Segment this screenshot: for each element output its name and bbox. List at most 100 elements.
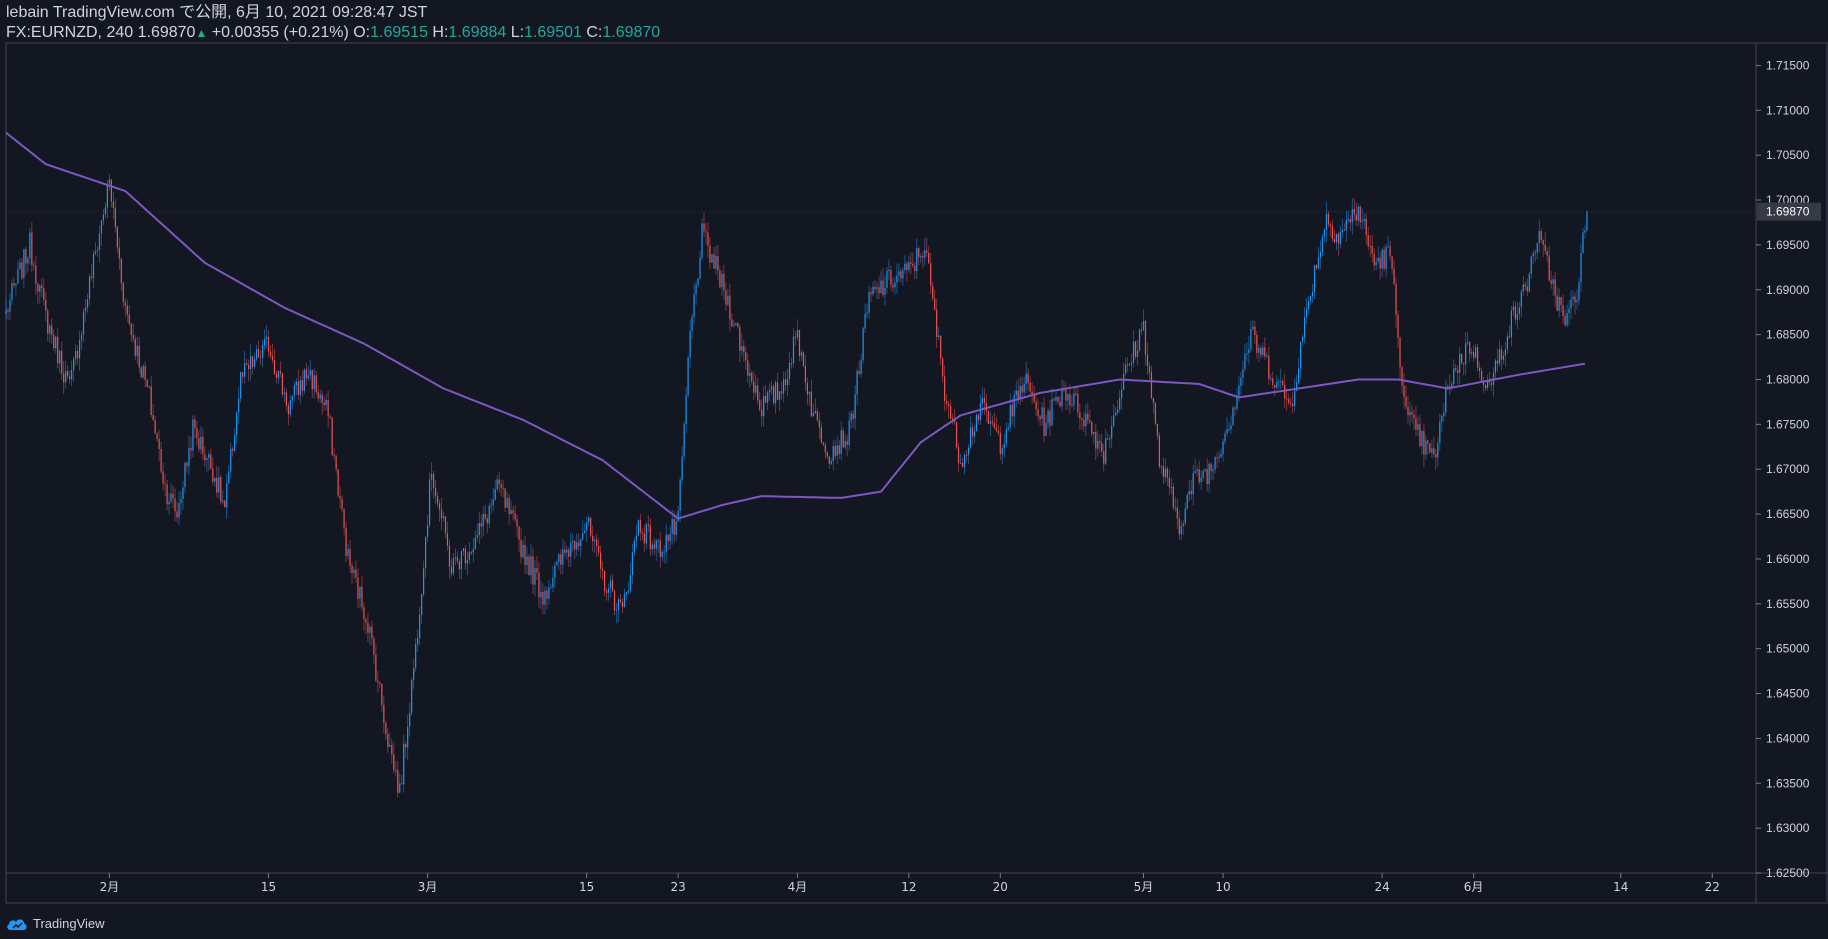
candle xyxy=(1536,243,1538,260)
candle-body xyxy=(1244,354,1246,370)
candle xyxy=(1339,225,1341,249)
candle-body xyxy=(1228,429,1230,431)
candle-body xyxy=(959,462,962,464)
candle xyxy=(7,307,9,320)
candle-body xyxy=(470,552,472,554)
candle-body xyxy=(977,414,980,421)
candle-body xyxy=(1391,256,1393,269)
candle-body xyxy=(301,380,303,391)
candle-body xyxy=(854,394,856,419)
candle-body xyxy=(846,441,848,445)
y-tick-label: 1.64500 xyxy=(1766,687,1810,701)
candle xyxy=(164,474,166,497)
candle xyxy=(305,362,307,386)
candle-body xyxy=(1303,317,1306,337)
candle-body xyxy=(1471,352,1473,354)
footer-brand[interactable]: TradingView xyxy=(6,916,105,931)
candle-body xyxy=(643,533,645,544)
candle-body xyxy=(112,201,114,209)
candle-body xyxy=(508,498,510,515)
candle xyxy=(508,494,510,525)
candle-body xyxy=(725,290,727,305)
candle xyxy=(476,523,478,542)
candle-body xyxy=(259,357,262,359)
candle-body xyxy=(1045,423,1047,436)
candle-body xyxy=(1433,448,1435,455)
candle-body xyxy=(104,207,107,215)
candle xyxy=(1210,462,1212,481)
candle-body xyxy=(436,496,439,504)
candle-body xyxy=(731,319,733,326)
candle-body xyxy=(331,417,333,455)
candle xyxy=(1009,393,1011,432)
candle-body xyxy=(47,310,49,334)
candle-body xyxy=(916,248,918,271)
candle-body xyxy=(387,733,389,747)
candle-body xyxy=(1091,421,1093,434)
candle-body xyxy=(353,569,355,574)
candle xyxy=(930,252,932,294)
candle-body xyxy=(230,448,232,472)
candle-body xyxy=(291,395,293,401)
candle-body xyxy=(1439,421,1441,444)
candle-body xyxy=(67,371,69,377)
candle xyxy=(242,372,244,383)
candle xyxy=(1202,468,1204,482)
candle xyxy=(946,394,948,410)
candle-body xyxy=(1381,249,1383,269)
candle-body xyxy=(240,372,242,399)
candle xyxy=(1439,413,1441,451)
candle xyxy=(810,379,812,418)
candle-body xyxy=(554,565,556,579)
price-chart[interactable]: 1.715001.710001.705001.700001.695001.690… xyxy=(0,0,1828,939)
candle-body xyxy=(1484,385,1487,389)
candle-body xyxy=(126,305,128,315)
candle xyxy=(132,323,134,343)
candle xyxy=(800,349,803,361)
x-tick-label: 6月 xyxy=(1464,880,1484,894)
candle xyxy=(1441,414,1443,433)
candle-body xyxy=(989,421,991,425)
candle-body xyxy=(1463,362,1465,365)
candle xyxy=(1162,457,1164,485)
candle-body xyxy=(440,509,443,519)
candle-body xyxy=(522,544,524,558)
candle-body xyxy=(1311,292,1314,297)
candle xyxy=(204,446,206,468)
candle-body xyxy=(409,712,411,727)
candle-body xyxy=(35,265,37,284)
candle xyxy=(51,318,53,344)
candle-body xyxy=(586,522,588,531)
candle-body xyxy=(703,223,705,232)
candle xyxy=(401,774,403,785)
candle-body xyxy=(1276,382,1278,388)
candle xyxy=(41,277,43,297)
candle-body xyxy=(1321,236,1324,253)
time-axis[interactable]: 2月 15 3月 15 23 4月 12 20 5月 10 24 6月 14 22 xyxy=(100,873,1720,894)
candle xyxy=(1516,302,1518,330)
candle-body xyxy=(705,231,707,233)
candle xyxy=(246,359,248,366)
candle xyxy=(448,539,451,579)
candle-body xyxy=(645,524,647,544)
candle xyxy=(562,539,564,574)
candle xyxy=(1091,420,1093,437)
price-axis[interactable]: 1.715001.710001.705001.700001.695001.690… xyxy=(1756,58,1821,880)
candle xyxy=(955,421,958,449)
x-tick-label: 12 xyxy=(901,880,916,894)
candle-body xyxy=(216,477,218,493)
candle xyxy=(176,501,178,523)
candle-body xyxy=(534,568,536,585)
candle xyxy=(365,617,367,635)
candle xyxy=(1077,386,1079,418)
candle-body xyxy=(862,328,864,361)
candle xyxy=(808,391,811,406)
candle xyxy=(601,561,604,581)
candle xyxy=(265,325,268,349)
candle xyxy=(311,369,313,398)
candle xyxy=(287,402,289,426)
candle-body xyxy=(295,381,297,386)
candle xyxy=(156,432,158,442)
candle-body xyxy=(200,436,202,450)
candle-body xyxy=(1081,418,1083,420)
